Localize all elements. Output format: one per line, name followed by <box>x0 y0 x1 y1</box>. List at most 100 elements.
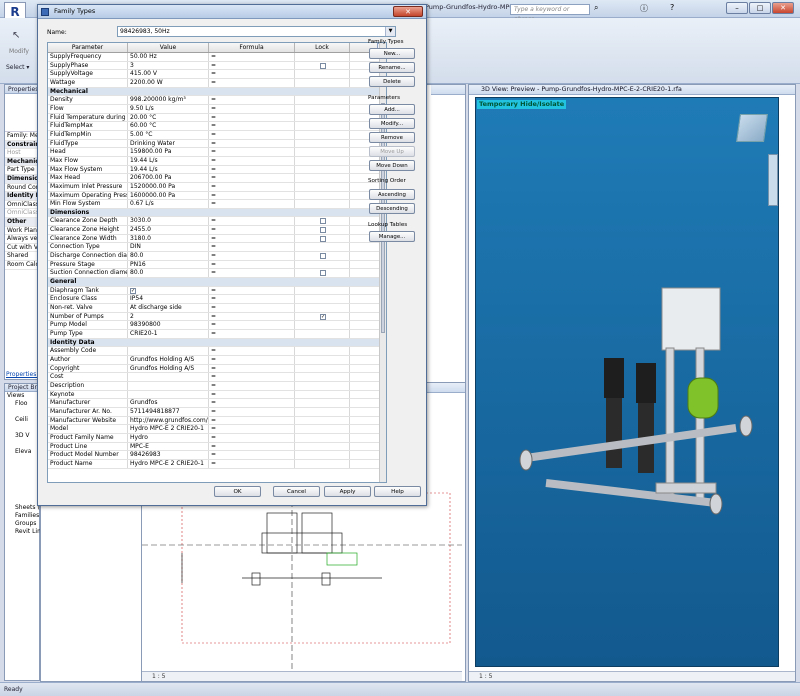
table-row[interactable]: Non-ret. Valve At discharge side = <box>48 304 386 313</box>
browser-tree-item[interactable]: Eleva <box>7 448 39 456</box>
parameter-value[interactable]: 3030.0 <box>128 217 209 226</box>
property-row[interactable]: Part Type <box>5 166 39 175</box>
parameter-value[interactable]: 2455.0 <box>128 226 209 234</box>
parameter-formula[interactable]: = <box>209 330 295 338</box>
modify-button[interactable]: Modify <box>4 48 34 55</box>
parameter-value[interactable]: 2200.00 W <box>128 78 209 87</box>
table-row[interactable]: Connection Type DIN = <box>48 243 386 253</box>
table-row[interactable]: Discharge Connection diamete80.0= <box>48 252 386 261</box>
parameter-formula[interactable]: = <box>209 390 295 399</box>
grid-section-header[interactable]: Identity Data⌃ <box>48 43 386 348</box>
maximize-button[interactable]: □ <box>749 2 771 14</box>
help-button[interactable]: Help <box>374 486 421 497</box>
table-row[interactable]: Enclosure Class IP54 = <box>48 295 386 305</box>
table-row[interactable]: Diaphragm Tank ✓ = <box>48 286 386 296</box>
parameter-formula[interactable]: = <box>209 165 295 174</box>
table-row[interactable]: FluidTempMin 5.00 °C = <box>48 130 386 140</box>
parameter-value[interactable]: At discharge side <box>128 304 209 312</box>
parameter-value[interactable]: 415.00 V <box>128 70 209 78</box>
cancel-button[interactable]: Cancel <box>273 486 320 497</box>
parameter-formula[interactable]: = <box>209 53 295 61</box>
browser-tree-item[interactable] <box>7 464 39 472</box>
parameter-formula[interactable]: = <box>209 416 295 425</box>
lower-plan-view-controls[interactable]: 1 : 5 <box>142 671 462 681</box>
property-row[interactable]: Work Plane <box>5 227 39 236</box>
parameter-value[interactable]: 206700.00 Pa <box>128 174 209 182</box>
parameter-formula[interactable]: = <box>209 364 295 373</box>
property-group[interactable]: Mechanical <box>5 157 39 167</box>
parameter-value[interactable]: Hydro <box>128 433 209 442</box>
table-row[interactable]: Fluid Temperature during oper20.00 °C= <box>48 113 386 123</box>
new-type-button[interactable]: New... <box>369 48 415 59</box>
parameter-formula[interactable]: = <box>209 234 295 243</box>
table-row[interactable]: Description = <box>48 381 386 391</box>
parameter-formula[interactable]: = <box>209 321 295 329</box>
property-row[interactable]: OmniClass <box>5 201 39 210</box>
parameter-formula[interactable]: = <box>209 156 295 165</box>
table-row[interactable]: Model Hydro MPC-E 2 CRIE20-1 = <box>48 425 386 434</box>
browser-tree-item[interactable]: Floo <box>7 400 39 408</box>
info-icon[interactable]: ⓘ <box>640 3 648 14</box>
viewport-3d[interactable]: Temporary Hide/Isolate <box>475 97 779 667</box>
type-name-select[interactable]: 98426983, 50Hz ▼ <box>117 26 396 37</box>
table-row[interactable]: Pump Type CRIE20-1 = <box>48 330 386 339</box>
modify-parameter-button[interactable]: Modify... <box>369 118 415 129</box>
browser-tree-item[interactable]: Groups <box>7 520 39 528</box>
plan-view-tab[interactable] <box>431 85 465 95</box>
parameter-value[interactable]: 50.00 Hz <box>128 53 209 61</box>
parameter-value[interactable]: 1520000.00 Pa <box>128 182 209 191</box>
grid-section-header[interactable]: Dimensions⌃ <box>48 43 386 218</box>
table-row[interactable]: Suction Connection diameter80.0= <box>48 269 386 279</box>
parameter-formula[interactable]: = <box>209 70 295 78</box>
move-down-button[interactable]: Move Down <box>369 160 415 171</box>
property-row[interactable]: Host <box>5 149 39 158</box>
property-row[interactable]: OmniClass <box>5 209 39 218</box>
browser-tree-item[interactable]: Ceili <box>7 416 39 424</box>
parameter-formula[interactable]: = <box>209 459 295 468</box>
parameter-formula[interactable]: = <box>209 252 295 260</box>
parameter-value[interactable]: 60.00 °C <box>128 122 209 130</box>
parameter-formula[interactable]: = <box>209 433 295 442</box>
table-row[interactable]: Manufacturer Website http://www.grundfos.… <box>48 416 386 426</box>
parameter-value[interactable]: 0.67 L/s <box>128 200 209 208</box>
parameter-value[interactable]: Hydro MPC-E 2 CRIE20-1 <box>128 459 209 468</box>
table-row[interactable]: Max Head 206700.00 Pa = <box>48 174 386 183</box>
table-row[interactable]: Keynote = <box>48 390 386 400</box>
property-row[interactable]: Always vert <box>5 235 39 244</box>
parameter-formula[interactable]: = <box>209 96 295 104</box>
table-row[interactable]: Pressure Stage PN16 = <box>48 260 386 270</box>
dialog-close-button[interactable]: ✕ <box>393 6 423 17</box>
browser-tree-item[interactable] <box>7 472 39 480</box>
table-row[interactable]: Min Flow System 0.67 L/s = <box>48 200 386 209</box>
table-row[interactable]: Manufacturer Grundfos = <box>48 399 386 408</box>
grid-section-header[interactable]: Mechanical⌃ <box>48 43 386 97</box>
parameter-formula[interactable]: = <box>209 104 295 113</box>
rename-type-button[interactable]: Rename... <box>369 62 415 73</box>
lock-checkbox[interactable] <box>320 253 326 260</box>
parameter-value[interactable]: 3180.0 <box>128 234 209 243</box>
parameter-value[interactable]: 19.44 L/s <box>128 156 209 165</box>
parameter-formula[interactable]: = <box>209 373 295 381</box>
modify-arrow-icon[interactable]: ↖ <box>12 30 20 41</box>
value-checkbox[interactable]: ✓ <box>130 287 136 294</box>
parameter-formula[interactable]: = <box>209 381 295 390</box>
parameter-value[interactable] <box>128 347 209 355</box>
parameter-value[interactable] <box>128 381 209 390</box>
parameter-value[interactable]: Grundfos <box>128 399 209 407</box>
table-row[interactable]: SupplyFrequency 50.00 Hz = <box>48 53 386 62</box>
property-group[interactable]: Other <box>5 217 39 227</box>
parameter-value[interactable]: ✓ <box>128 286 209 295</box>
parameter-formula[interactable]: = <box>209 347 295 355</box>
table-row[interactable]: Density 998.200000 kg/m³ = <box>48 96 386 105</box>
parameter-value[interactable]: DIN <box>128 243 209 252</box>
lock-checkbox[interactable] <box>320 218 326 225</box>
help-icon[interactable]: ? <box>670 3 674 12</box>
parameter-formula[interactable]: = <box>209 295 295 304</box>
table-row[interactable]: Max Flow System 19.44 L/s = <box>48 165 386 175</box>
select-dropdown[interactable]: Select ▾ <box>6 64 29 71</box>
parameter-formula[interactable]: = <box>209 174 295 182</box>
parameter-formula[interactable]: = <box>209 226 295 234</box>
parameter-value[interactable]: 2 <box>128 312 209 321</box>
navigation-bar[interactable] <box>768 154 778 206</box>
parameter-value[interactable]: 98390800 <box>128 321 209 329</box>
